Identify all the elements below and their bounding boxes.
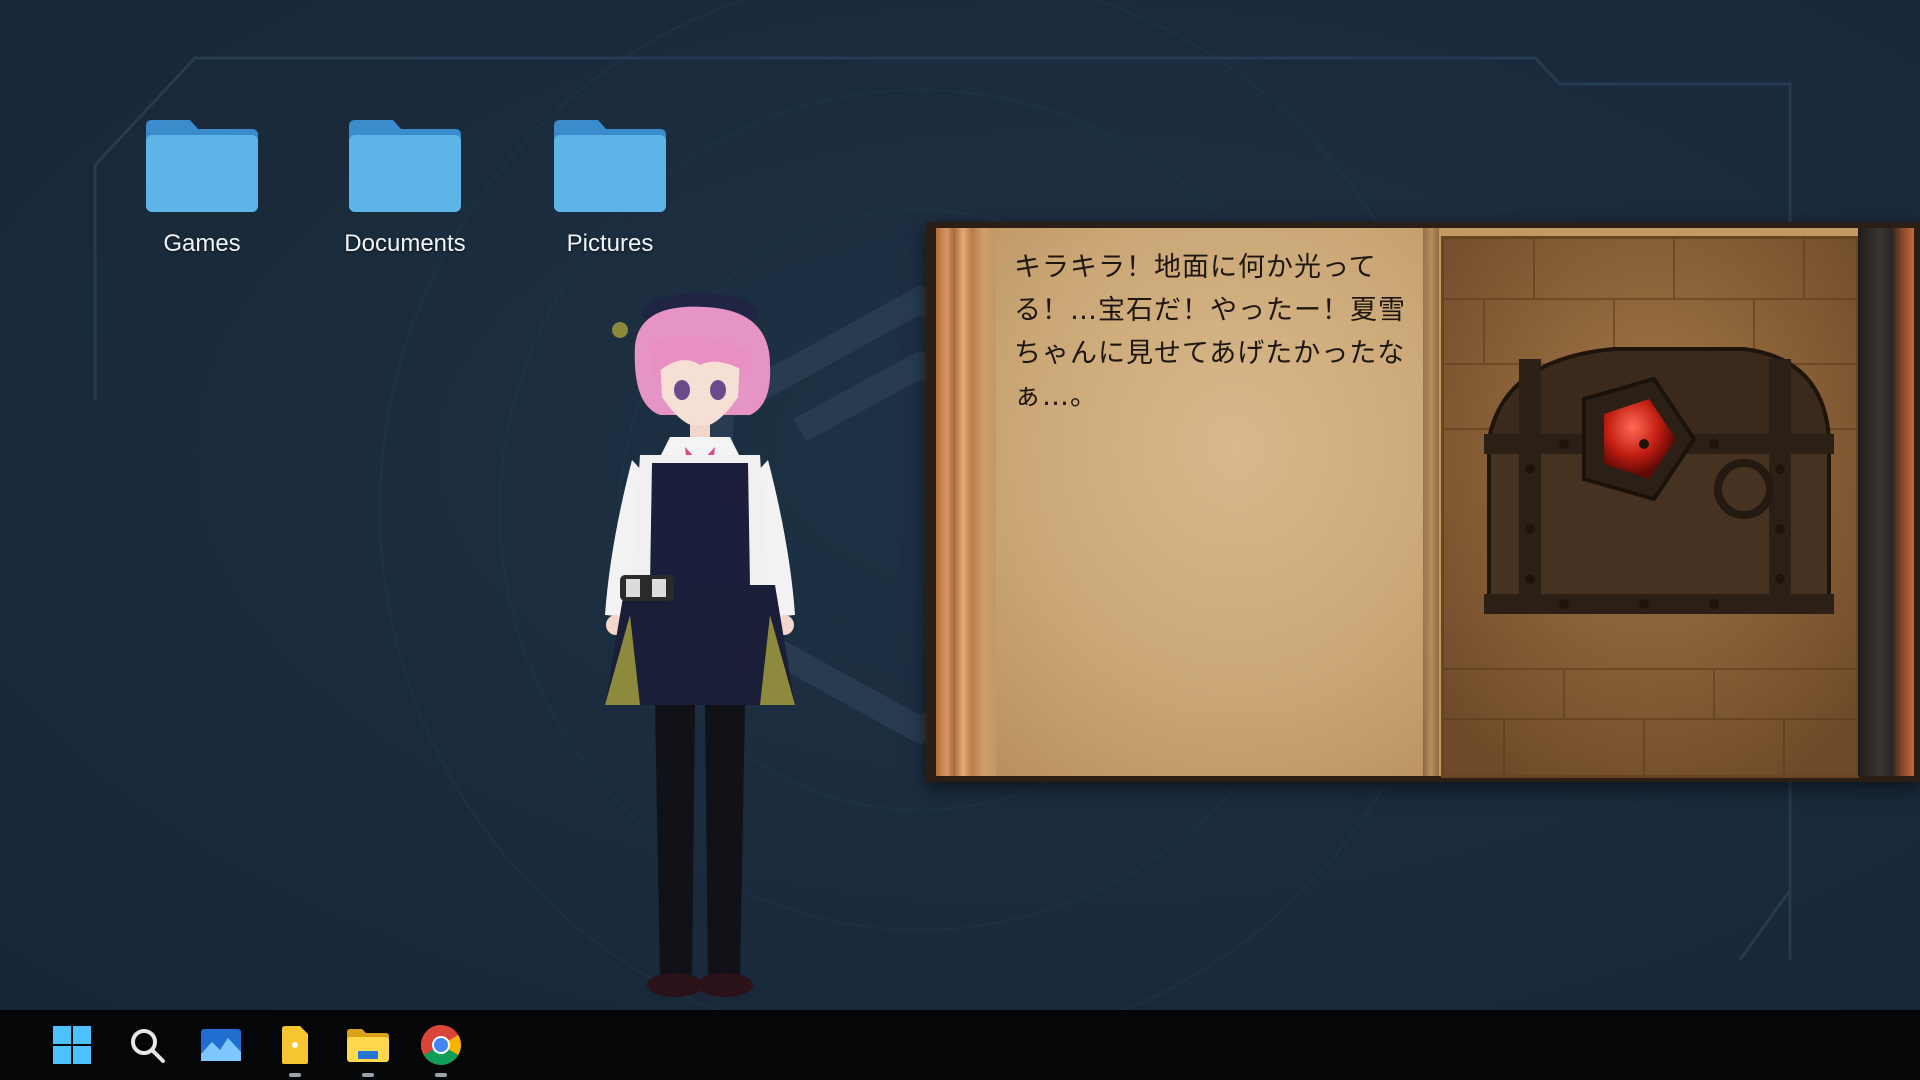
desktop-icon-label: Pictures <box>566 230 654 257</box>
mascot-character[interactable] <box>600 285 830 1010</box>
book-spine <box>1423 228 1439 776</box>
chrome-icon <box>421 1025 461 1065</box>
storybook-window: キラキラ！地面に何か光ってる！…宝石だ！やったー！夏雪ちゃんに見せてあげたかった… <box>926 222 1920 782</box>
running-indicator <box>289 1073 301 1077</box>
desktop-icon-pictures[interactable]: Pictures <box>525 120 695 258</box>
book-back-edges <box>1858 228 1914 776</box>
book-page-edges <box>936 228 996 776</box>
folder-icon <box>146 120 258 212</box>
story-text: キラキラ！地面に何か光ってる！…宝石だ！やったー！夏雪ちゃんに見せてあげたかった… <box>1014 252 1406 412</box>
file-explorer-button[interactable] <box>343 1022 393 1077</box>
desktop-icon-label: Games <box>163 230 241 257</box>
desktop: Games Documents Pictures キラキラ！地面に何か光ってる！… <box>0 0 1920 1010</box>
folder-icon <box>554 120 666 212</box>
photos-icon <box>201 1029 241 1061</box>
search-icon <box>131 1029 165 1063</box>
taskbar <box>0 1010 1920 1080</box>
chrome-button[interactable] <box>416 1022 466 1077</box>
notes-icon <box>282 1026 308 1064</box>
desktop-icon-documents[interactable]: Documents <box>320 120 490 258</box>
treasure-chest-illustration <box>1441 236 1859 778</box>
desktop-icon-games[interactable]: Games <box>117 120 287 258</box>
photos-button[interactable] <box>196 1022 246 1068</box>
start-icon <box>53 1026 91 1064</box>
folder-icon <box>349 120 461 212</box>
search-button[interactable] <box>122 1022 172 1068</box>
start-button[interactable] <box>47 1022 97 1068</box>
desktop-icon-label: Documents <box>344 230 466 257</box>
treasure-chest-icon <box>1444 239 1856 775</box>
running-indicator <box>362 1073 374 1077</box>
file-explorer-icon <box>347 1029 389 1062</box>
notes-button[interactable] <box>270 1022 320 1077</box>
running-indicator <box>435 1073 447 1077</box>
